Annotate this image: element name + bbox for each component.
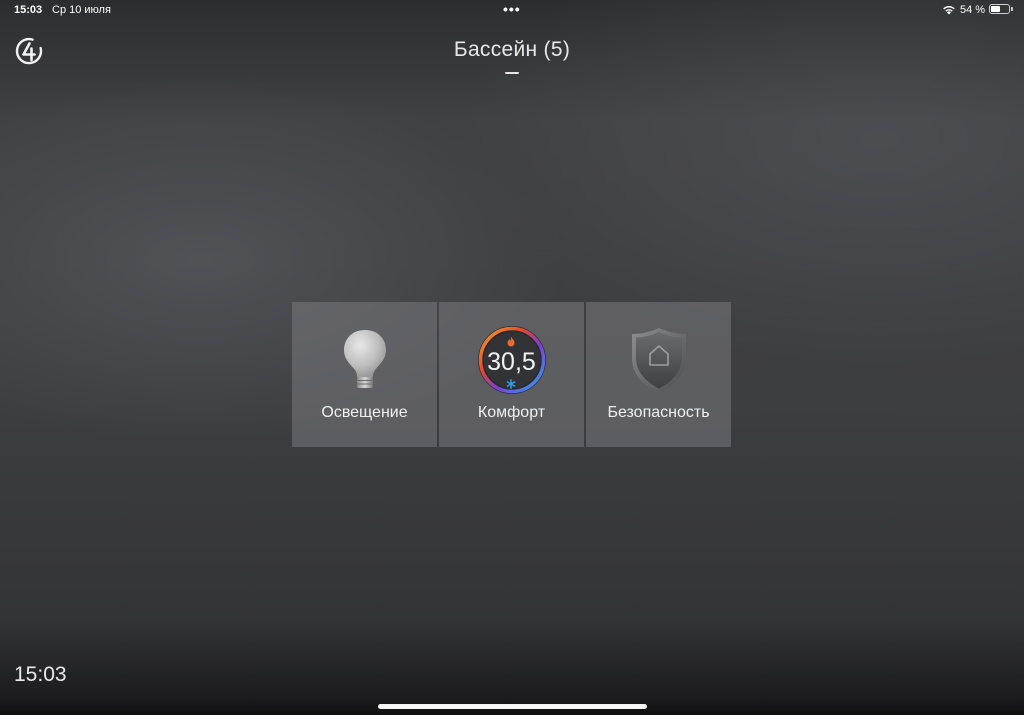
battery-percent: 54 % xyxy=(960,4,986,16)
status-bar: 15:03 Ср 10 июля ••• 54 % xyxy=(0,0,1024,22)
shield-home-icon xyxy=(631,328,686,393)
app-screen: 15:03 Ср 10 июля ••• 54 % Бассейн (5) Ос… xyxy=(0,0,1024,715)
multitasking-dots-icon[interactable]: ••• xyxy=(503,1,521,17)
app-logo-icon[interactable] xyxy=(14,36,44,66)
status-time: 15:03 xyxy=(14,4,43,16)
snowflake-icon xyxy=(506,379,516,389)
battery-icon xyxy=(989,4,1013,14)
status-date: Ср 10 июля xyxy=(52,4,111,16)
tile-comfort[interactable]: 30,5 Комфорт xyxy=(439,302,584,447)
flame-icon xyxy=(507,336,515,347)
battery-fill xyxy=(991,6,1001,12)
room-tiles: Освещение 30,5 Комфорт Безопасность xyxy=(292,302,733,447)
page-title: Бассейн (5) xyxy=(453,38,571,61)
tile-lighting-label: Освещение xyxy=(321,404,408,421)
home-indicator[interactable] xyxy=(378,704,647,709)
tile-security-label: Безопасность xyxy=(607,404,710,421)
wifi-icon xyxy=(943,5,955,15)
comfort-temperature: 30,5 xyxy=(487,348,536,376)
bottom-clock: 15:03 xyxy=(14,663,67,686)
tile-security[interactable]: Безопасность xyxy=(586,302,731,447)
tile-lighting[interactable]: Освещение xyxy=(292,302,437,447)
tile-comfort-label: Комфорт xyxy=(477,404,546,421)
light-bulb-icon xyxy=(343,330,386,392)
page-indicator xyxy=(505,72,519,74)
